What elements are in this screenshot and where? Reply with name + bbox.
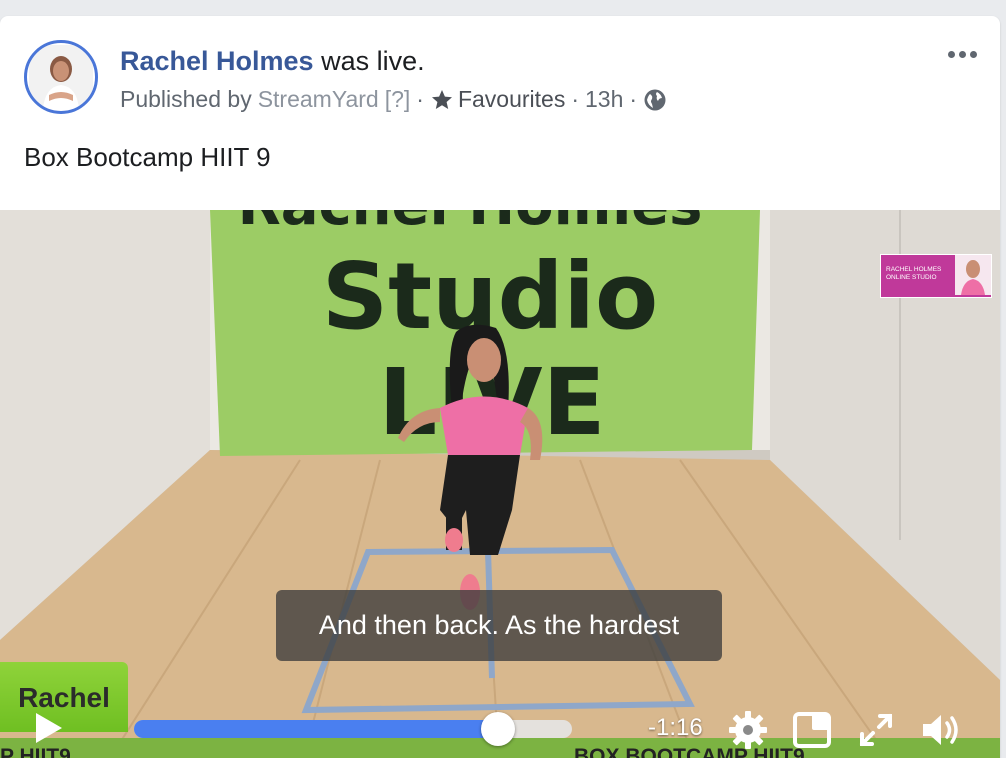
live-status-text: was live.	[313, 46, 425, 76]
studio-logo-badge: RACHEL HOLMES ONLINE STUDIO	[880, 254, 992, 298]
favourites-link[interactable]: Favourites	[430, 86, 565, 113]
svg-text:Rachel Holmes: Rachel Holmes	[238, 210, 703, 238]
picture-in-picture-icon[interactable]	[792, 710, 832, 750]
meta-separator: ·	[629, 86, 638, 112]
seek-bar[interactable]	[134, 712, 572, 746]
volume-icon[interactable]	[920, 710, 964, 750]
seek-bar-handle[interactable]	[480, 712, 515, 746]
subtitle-caption: And then back. As the hardest	[276, 590, 722, 661]
studio-logo-text: RACHEL HOLMES ONLINE STUDIO	[886, 266, 942, 281]
studio-logo-photo	[955, 255, 991, 295]
avatar-photo	[29, 45, 93, 109]
published-by-label: Published by	[120, 86, 252, 112]
video-frame: Rachel Holmes Studio LIVE	[0, 210, 1000, 758]
more-horizontal-icon	[969, 50, 977, 58]
publisher-link[interactable]: StreamYard	[258, 86, 379, 113]
globe-icon[interactable]	[643, 88, 667, 112]
post-meta: Published by StreamYard [?] · Favourites…	[120, 86, 667, 113]
more-horizontal-icon	[947, 50, 955, 58]
post-timestamp[interactable]: 13h	[585, 86, 623, 113]
star-icon	[431, 89, 452, 109]
meta-separator: ·	[571, 86, 580, 112]
ticker-text-left: P HIIT9	[0, 745, 71, 758]
help-link[interactable]: [?]	[385, 86, 411, 113]
more-options-button[interactable]	[942, 40, 982, 68]
post-header-title: Rachel Holmes was live.	[120, 46, 425, 77]
gear-icon[interactable]	[728, 710, 768, 750]
ticker-text-right: BOX BOOTCAMP HIIT9	[574, 745, 805, 758]
seek-bar-played	[134, 720, 498, 738]
author-avatar[interactable]	[24, 40, 98, 114]
meta-separator: ·	[416, 86, 424, 112]
post-text: Box Bootcamp HIIT 9	[24, 142, 271, 172]
author-name-link[interactable]: Rachel Holmes	[120, 46, 314, 76]
more-horizontal-icon	[958, 50, 966, 58]
remaining-time: -1:16	[648, 714, 703, 741]
fullscreen-icon[interactable]	[856, 710, 896, 750]
favourites-label: Favourites	[457, 86, 566, 112]
video-player[interactable]: Rachel Holmes Studio LIVE RACH	[0, 210, 1000, 758]
post-card: Rachel Holmes was live. Published by Str…	[0, 16, 1000, 758]
play-icon[interactable]	[30, 710, 66, 746]
